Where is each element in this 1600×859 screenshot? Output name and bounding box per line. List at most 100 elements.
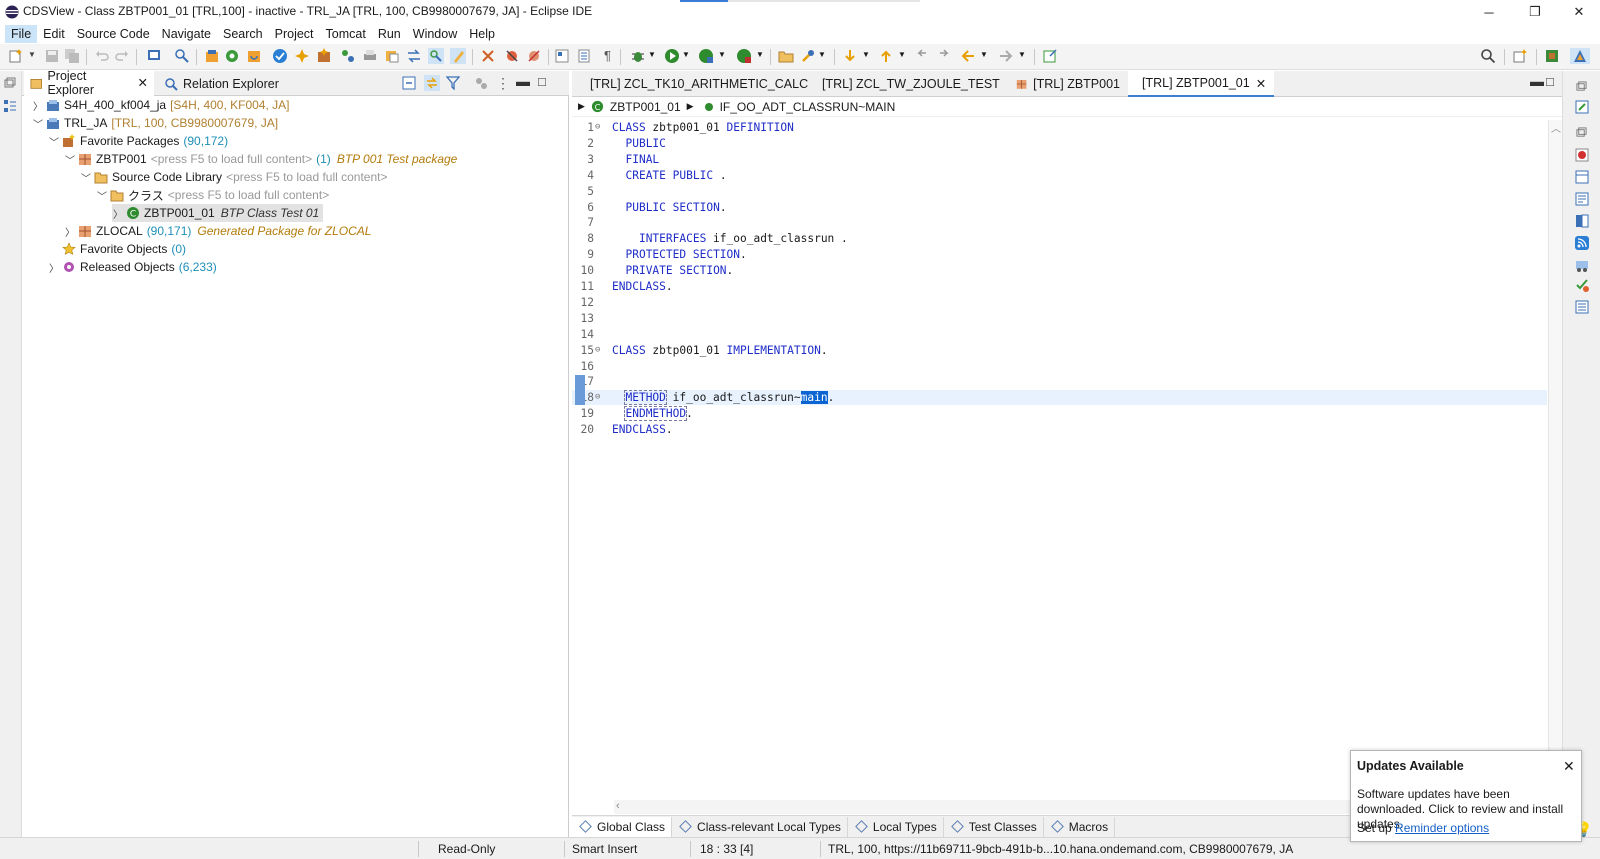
menu-window[interactable]: Window bbox=[407, 25, 463, 43]
menu-help[interactable]: Help bbox=[463, 25, 501, 43]
collapse-icon[interactable]: ﹀ bbox=[32, 117, 44, 131]
abap-perspective-icon[interactable] bbox=[1570, 48, 1590, 64]
close-tab-icon[interactable]: ✕ bbox=[1256, 76, 1266, 91]
fold-toggle-icon[interactable]: ⊖ bbox=[595, 120, 600, 135]
code-line[interactable]: 1 ⊖ CLASS zbtp001_01 DEFINITION bbox=[572, 120, 1547, 135]
run-dropdown-icon[interactable]: ▼ bbox=[682, 50, 690, 59]
code-line[interactable]: 5 bbox=[572, 184, 1547, 199]
menu-navigate[interactable]: Navigate bbox=[156, 25, 217, 43]
new-dropdown-icon[interactable]: ▼ bbox=[28, 50, 36, 59]
run-config-icon[interactable] bbox=[340, 48, 356, 64]
forward-icon[interactable] bbox=[998, 48, 1014, 64]
minimize-button[interactable]: ─ bbox=[1466, 0, 1512, 24]
java-perspective-icon[interactable] bbox=[1544, 48, 1560, 64]
coverage-icon[interactable] bbox=[698, 48, 714, 64]
code-text[interactable]: ENDMETHOD. bbox=[612, 406, 693, 422]
editor-tab-zbtp001-01[interactable]: C [TRL] ZBTP001_01 ✕ bbox=[1128, 71, 1274, 97]
maximize-editor-icon[interactable]: □ bbox=[1546, 74, 1554, 89]
code-text[interactable]: INTERFACES if_oo_adt_classrun . bbox=[612, 231, 848, 246]
coverage-dropdown-icon[interactable]: ▼ bbox=[718, 50, 726, 59]
restore-view-icon[interactable] bbox=[1576, 127, 1587, 138]
breadcrumb-arrow-icon[interactable]: ▶ bbox=[687, 101, 694, 112]
console-icon[interactable] bbox=[146, 48, 162, 64]
code-line[interactable]: 6 PUBLIC SECTION. bbox=[572, 200, 1547, 215]
breadcrumb-method[interactable]: IF_OO_ADT_CLASSRUN~MAIN bbox=[720, 100, 896, 114]
expand-icon[interactable]: 〉 bbox=[64, 225, 76, 239]
back-icon[interactable] bbox=[960, 48, 976, 64]
view-menu-icon[interactable]: ⋮ bbox=[496, 75, 510, 92]
menu-search[interactable]: Search bbox=[217, 25, 269, 43]
back-dropdown-icon[interactable]: ▼ bbox=[980, 50, 988, 59]
menu-project[interactable]: Project bbox=[269, 25, 320, 43]
tab-project-explorer[interactable]: Project Explorer ✕ bbox=[24, 69, 154, 97]
tree-row-s4h[interactable]: 〉 S4H_400_kf004_ja [S4H, 400, KF004, JA] bbox=[32, 96, 290, 114]
tree-row-zbtp001-01[interactable]: 〉 C ZBTP001_01 BTP Class Test 01 bbox=[112, 204, 324, 222]
menu-edit[interactable]: Edit bbox=[37, 25, 71, 43]
connect-icon[interactable] bbox=[224, 48, 240, 64]
template-icon[interactable] bbox=[554, 48, 570, 64]
code-text[interactable]: CLASS zbtp001_01 IMPLEMENTATION. bbox=[612, 343, 828, 358]
problems-view-icon[interactable] bbox=[1574, 147, 1590, 163]
code-line[interactable]: 19 ENDMETHOD. bbox=[572, 406, 1547, 422]
rss-feed-icon[interactable] bbox=[1574, 235, 1590, 251]
code-text[interactable]: CLASS zbtp001_01 DEFINITION bbox=[612, 120, 794, 135]
status-insert-mode[interactable]: Smart Insert bbox=[572, 841, 637, 857]
tab-relation-explorer[interactable]: Relation Explorer bbox=[158, 71, 298, 96]
code-line[interactable]: 2 PUBLIC bbox=[572, 136, 1547, 151]
activate-all-icon[interactable] bbox=[316, 48, 332, 64]
open-perspective-icon[interactable] bbox=[1512, 48, 1528, 64]
code-text[interactable]: PUBLIC bbox=[612, 136, 665, 151]
code-line[interactable]: 15 ⊖ CLASS zbtp001_01 IMPLEMENTATION. bbox=[572, 343, 1547, 358]
code-line[interactable]: 9 PROTECTED SECTION. bbox=[572, 247, 1547, 262]
filter-icon[interactable] bbox=[446, 76, 460, 90]
abap-project-icon[interactable] bbox=[204, 48, 220, 64]
code-line[interactable]: 18 ⊖ METHOD if_oo_adt_classrun~main. bbox=[572, 390, 1547, 406]
search-tool-icon[interactable] bbox=[800, 48, 816, 64]
redo-icon[interactable] bbox=[114, 48, 130, 64]
search-icon[interactable] bbox=[1480, 48, 1496, 64]
scroll-left-icon[interactable]: ‹ bbox=[616, 800, 620, 812]
code-line[interactable]: 12 bbox=[572, 295, 1547, 310]
editor-tab-arithmetic-calc[interactable]: C [TRL] ZCL_TK10_ARITHMETIC_CALC bbox=[576, 71, 808, 97]
code-text[interactable]: CREATE PUBLIC . bbox=[612, 168, 726, 183]
remove-breakpoints-icon[interactable] bbox=[526, 48, 542, 64]
code-text[interactable]: PRIVATE SECTION. bbox=[612, 263, 733, 278]
save-icon[interactable] bbox=[44, 48, 60, 64]
prev-annotation-dropdown-icon[interactable]: ▼ bbox=[898, 50, 906, 59]
show-whitespace-icon[interactable]: ¶ bbox=[604, 48, 611, 63]
minimize-editor-icon[interactable]: ▬ bbox=[1530, 73, 1544, 89]
next-annotation-dropdown-icon[interactable]: ▼ bbox=[862, 50, 870, 59]
external-tools-dropdown-icon[interactable]: ▼ bbox=[756, 50, 764, 59]
collapse-icon[interactable]: ﹀ bbox=[80, 171, 92, 185]
link-editor-icon[interactable] bbox=[428, 48, 444, 64]
last-edit-icon[interactable] bbox=[914, 48, 930, 64]
editor-tab-zjoule-test[interactable]: C [TRL] ZCL_TW_ZJOULE_TEST bbox=[808, 71, 1004, 97]
status-cursor-position[interactable]: 18 : 33 [4] bbox=[700, 841, 753, 857]
atc-problems-icon[interactable] bbox=[1574, 277, 1590, 293]
open-folder-icon[interactable] bbox=[778, 48, 794, 64]
breadcrumb-arrow-icon[interactable]: ▶ bbox=[578, 101, 585, 112]
activate-icon[interactable] bbox=[294, 48, 310, 64]
menu-tomcat[interactable]: Tomcat bbox=[320, 25, 372, 43]
tree-row-classes[interactable]: ﹀ クラス <press F5 to load full content> bbox=[96, 186, 329, 204]
save-all-icon[interactable] bbox=[64, 48, 80, 64]
tab-local-types[interactable]: Local Types bbox=[848, 816, 944, 837]
restore-view-icon[interactable] bbox=[1576, 81, 1587, 92]
collapse-all-icon[interactable] bbox=[402, 76, 416, 90]
minimize-view-icon[interactable]: ▬ bbox=[516, 73, 530, 89]
pin-editor-icon[interactable] bbox=[1042, 48, 1058, 64]
forward-edit-icon[interactable] bbox=[936, 48, 952, 64]
templates-view-icon[interactable] bbox=[1574, 169, 1590, 185]
overview-ruler[interactable]: ︿ bbox=[1548, 120, 1562, 800]
fold-toggle-icon[interactable]: ⊖ bbox=[595, 390, 600, 405]
skip-breakpoints-icon[interactable] bbox=[504, 48, 520, 64]
outline-icon[interactable] bbox=[576, 48, 592, 64]
expand-icon[interactable]: 〉 bbox=[48, 261, 60, 275]
print-icon[interactable] bbox=[362, 48, 378, 64]
code-line[interactable]: 16 bbox=[572, 359, 1547, 374]
code-line[interactable]: 8 INTERFACES if_oo_adt_classrun . bbox=[572, 231, 1547, 246]
new-icon[interactable] bbox=[8, 48, 24, 64]
code-text[interactable]: ENDCLASS. bbox=[612, 422, 673, 437]
undo-icon[interactable] bbox=[94, 48, 110, 64]
code-line[interactable]: 10 PRIVATE SECTION. bbox=[572, 263, 1547, 278]
